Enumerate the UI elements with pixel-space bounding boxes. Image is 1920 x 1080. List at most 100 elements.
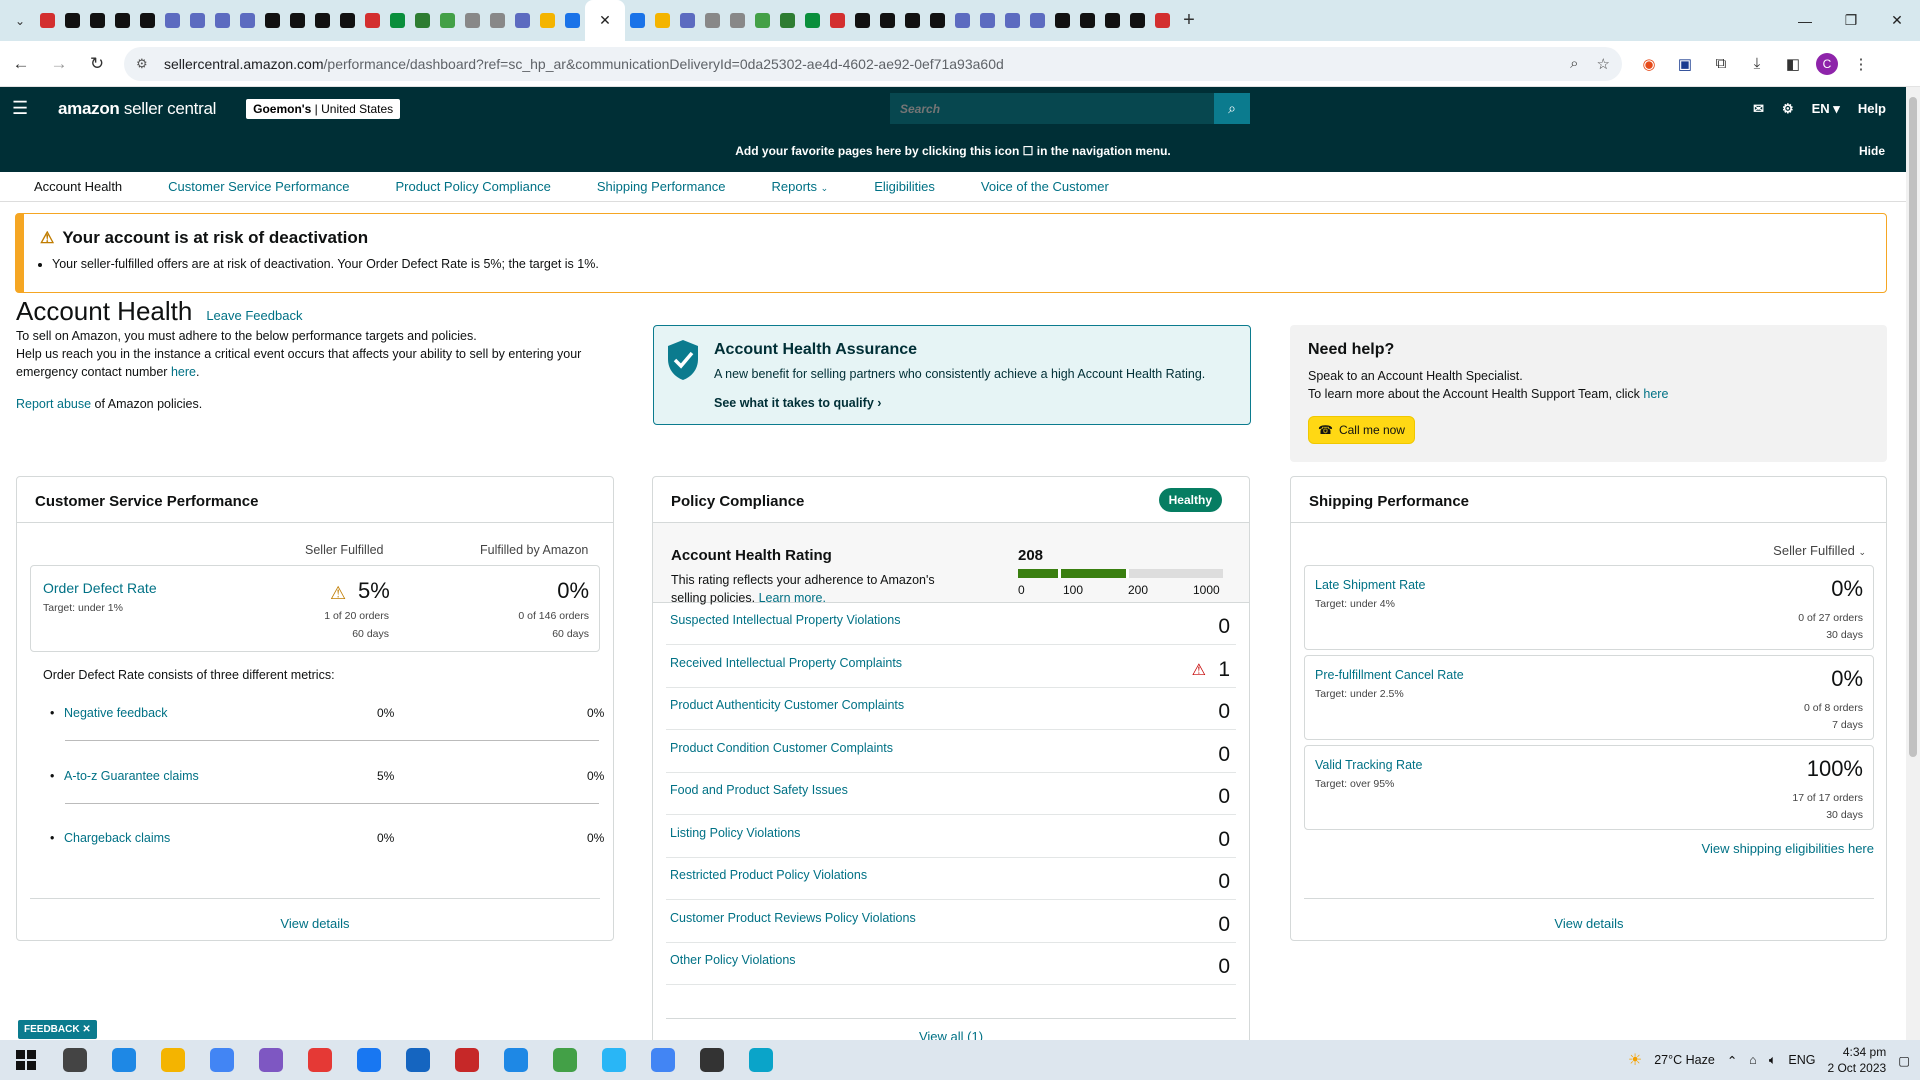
browser-tab[interactable] xyxy=(385,0,410,41)
browser-tab[interactable] xyxy=(310,0,335,41)
shipping-eligibilities-link[interactable]: View shipping eligibilities here xyxy=(1702,841,1874,856)
browser-tab[interactable] xyxy=(1025,0,1050,41)
subnav-reports[interactable]: Reports ⌄ xyxy=(772,179,829,194)
browser-tab[interactable] xyxy=(850,0,875,41)
browser-tab[interactable] xyxy=(510,0,535,41)
subnav-shipping[interactable]: Shipping Performance xyxy=(597,179,726,194)
browser-tab[interactable] xyxy=(900,0,925,41)
browser-tab[interactable] xyxy=(110,0,135,41)
csp-view-details-link[interactable]: View details xyxy=(30,898,600,938)
seller-central-logo[interactable]: amazon seller central xyxy=(58,99,216,119)
browser-tab[interactable] xyxy=(875,0,900,41)
bookmark-star-icon[interactable]: ☆ xyxy=(1597,55,1610,73)
browser-tab[interactable] xyxy=(360,0,385,41)
close-tab-icon[interactable]: ✕ xyxy=(599,12,611,29)
browser-tab[interactable] xyxy=(1100,0,1125,41)
browser-tab[interactable] xyxy=(1050,0,1075,41)
browser-tab[interactable] xyxy=(335,0,360,41)
policy-name-link[interactable]: Listing Policy Violations xyxy=(670,826,800,840)
extensions-puzzle-icon[interactable]: ⧉ xyxy=(1708,51,1734,77)
settings-gear-icon[interactable]: ⚙ xyxy=(1782,101,1794,117)
late-shipment-rate-link[interactable]: Late Shipment Rate xyxy=(1315,578,1426,592)
input-language[interactable]: ENG xyxy=(1788,1053,1815,1067)
browser-tab[interactable] xyxy=(285,0,310,41)
qualify-link[interactable]: See what it takes to qualify › xyxy=(714,396,881,410)
notifications-icon[interactable]: ▢ xyxy=(1898,1053,1910,1068)
policy-name-link[interactable]: Product Condition Customer Complaints xyxy=(670,741,893,755)
call-me-now-button[interactable]: ☎ Call me now xyxy=(1308,416,1415,444)
search-input[interactable] xyxy=(890,93,1214,124)
browser-tab[interactable] xyxy=(775,0,800,41)
browser-tab[interactable] xyxy=(675,0,700,41)
address-bar[interactable]: ⚙ sellercentral.amazon.com/performance/d… xyxy=(124,46,1622,81)
volume-icon[interactable]: 🔈︎ xyxy=(1769,1053,1777,1068)
support-team-link[interactable]: here xyxy=(1643,387,1668,401)
subnav-account-health[interactable]: Account Health xyxy=(34,179,122,194)
taskbar-app-icon[interactable] xyxy=(55,1040,95,1080)
report-abuse-link[interactable]: Report abuse xyxy=(16,397,91,411)
browser-tab[interactable] xyxy=(485,0,510,41)
subnav-customer-service[interactable]: Customer Service Performance xyxy=(168,179,349,194)
taskbar-app-icon[interactable] xyxy=(300,1040,340,1080)
browser-menu-icon[interactable]: ⋮ xyxy=(1848,51,1874,77)
extension-icon[interactable]: ◉ xyxy=(1636,51,1662,77)
emergency-contact-link[interactable]: here xyxy=(171,365,196,379)
negative-feedback-link[interactable]: Negative feedback xyxy=(50,706,167,720)
new-tab-button[interactable]: + xyxy=(1175,9,1203,32)
browser-tab[interactable] xyxy=(435,0,460,41)
hide-favorites-button[interactable]: Hide xyxy=(1859,144,1885,158)
close-window-icon[interactable]: ✕ xyxy=(1874,0,1920,41)
windows-start-icon[interactable] xyxy=(6,1040,46,1080)
policy-name-link[interactable]: Customer Product Reviews Policy Violatio… xyxy=(670,911,916,925)
back-icon[interactable]: ← xyxy=(4,47,38,81)
browser-tab-active[interactable]: ✕ xyxy=(585,0,625,41)
taskbar-app-icon[interactable] xyxy=(692,1040,732,1080)
url-text[interactable]: sellercentral.amazon.com/performance/das… xyxy=(164,56,1004,72)
taskbar-app-icon[interactable] xyxy=(104,1040,144,1080)
browser-tab[interactable] xyxy=(825,0,850,41)
taskbar-app-icon[interactable] xyxy=(447,1040,487,1080)
taskbar-app-icon[interactable] xyxy=(741,1040,781,1080)
browser-tab[interactable] xyxy=(85,0,110,41)
shipping-view-details-link[interactable]: View details xyxy=(1304,898,1874,938)
browser-tab[interactable] xyxy=(460,0,485,41)
reload-icon[interactable]: ↻ xyxy=(80,47,114,81)
taskbar-app-icon[interactable] xyxy=(496,1040,536,1080)
browser-tab[interactable] xyxy=(1125,0,1150,41)
help-link[interactable]: Help xyxy=(1858,101,1886,116)
language-selector[interactable]: EN ▾ xyxy=(1812,101,1840,117)
browser-tab[interactable] xyxy=(35,0,60,41)
odr-link[interactable]: Order Defect Rate xyxy=(43,580,157,596)
browser-tab[interactable] xyxy=(185,0,210,41)
browser-tab[interactable] xyxy=(260,0,285,41)
policy-name-link[interactable]: Restricted Product Policy Violations xyxy=(670,868,867,882)
browser-tab[interactable] xyxy=(535,0,560,41)
policy-name-link[interactable]: Product Authenticity Customer Complaints xyxy=(670,698,904,712)
download-icon[interactable]: ⤓ xyxy=(1744,51,1770,77)
browser-tab[interactable] xyxy=(925,0,950,41)
fulfillment-dropdown[interactable]: Seller Fulfilled ⌄ xyxy=(1773,543,1866,558)
taskbar-app-icon[interactable] xyxy=(594,1040,634,1080)
subnav-voice-of-customer[interactable]: Voice of the Customer xyxy=(981,179,1109,194)
taskbar-app-icon[interactable] xyxy=(202,1040,242,1080)
account-switcher[interactable]: Goemon's | United States xyxy=(246,98,401,119)
extension-icon[interactable]: ▣ xyxy=(1672,51,1698,77)
weather-text[interactable]: 27°C Haze xyxy=(1654,1053,1715,1067)
browser-tab[interactable] xyxy=(950,0,975,41)
atoz-claims-link[interactable]: A-to-z Guarantee claims xyxy=(50,769,199,783)
browser-tab[interactable] xyxy=(235,0,260,41)
browser-tab[interactable] xyxy=(800,0,825,41)
browser-tab[interactable] xyxy=(210,0,235,41)
browser-tab[interactable] xyxy=(700,0,725,41)
browser-tab[interactable] xyxy=(650,0,675,41)
restore-icon[interactable]: ❐ xyxy=(1828,0,1874,41)
policy-name-link[interactable]: Food and Product Safety Issues xyxy=(670,783,848,797)
leave-feedback-link[interactable]: Leave Feedback xyxy=(206,308,302,323)
policy-name-link[interactable]: Other Policy Violations xyxy=(670,953,796,967)
profile-avatar[interactable]: C xyxy=(1816,52,1838,75)
browser-tab[interactable] xyxy=(625,0,650,41)
policy-name-link[interactable]: Suspected Intellectual Property Violatio… xyxy=(670,613,900,627)
network-icon[interactable]: ⌂ xyxy=(1749,1053,1757,1067)
browser-tab[interactable] xyxy=(1000,0,1025,41)
taskbar-app-icon[interactable] xyxy=(398,1040,438,1080)
